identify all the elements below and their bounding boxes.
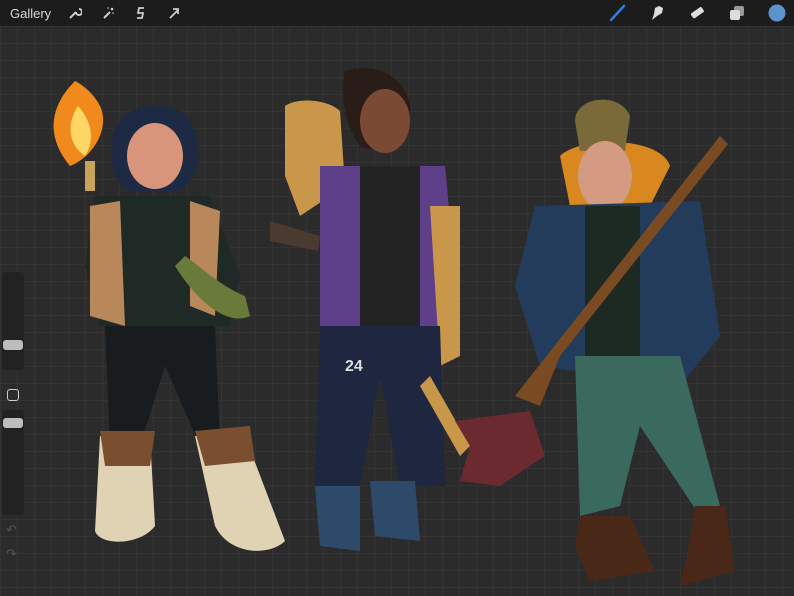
opacity-handle[interactable] [3, 418, 23, 428]
wrench-icon[interactable] [63, 1, 87, 25]
character-artwork: 24 [53, 67, 735, 586]
transform-arrow-icon[interactable] [162, 1, 186, 25]
smudge-icon[interactable] [645, 1, 669, 25]
modify-button[interactable] [7, 389, 19, 401]
brush-icon[interactable] [605, 1, 629, 25]
redo-button[interactable]: ↷ [6, 546, 17, 562]
top-toolbar: Gallery [0, 0, 794, 26]
brush-size-slider[interactable] [2, 272, 24, 370]
opacity-slider[interactable] [2, 410, 24, 515]
undo-button[interactable]: ↶ [6, 522, 17, 538]
color-picker[interactable] [765, 1, 789, 25]
magic-wand-icon[interactable] [96, 1, 120, 25]
selection-icon[interactable] [129, 1, 153, 25]
left-sidebar: ↶ ↷ [2, 272, 24, 572]
eraser-icon[interactable] [685, 1, 709, 25]
character-torch-girl [53, 81, 285, 551]
jersey-number: 24 [345, 358, 363, 375]
character-jacket-boy: 24 [270, 67, 545, 551]
layers-icon[interactable] [725, 1, 749, 25]
brush-size-handle[interactable] [3, 340, 23, 350]
character-shotgun-man [515, 99, 735, 586]
gallery-button[interactable]: Gallery [10, 6, 51, 21]
